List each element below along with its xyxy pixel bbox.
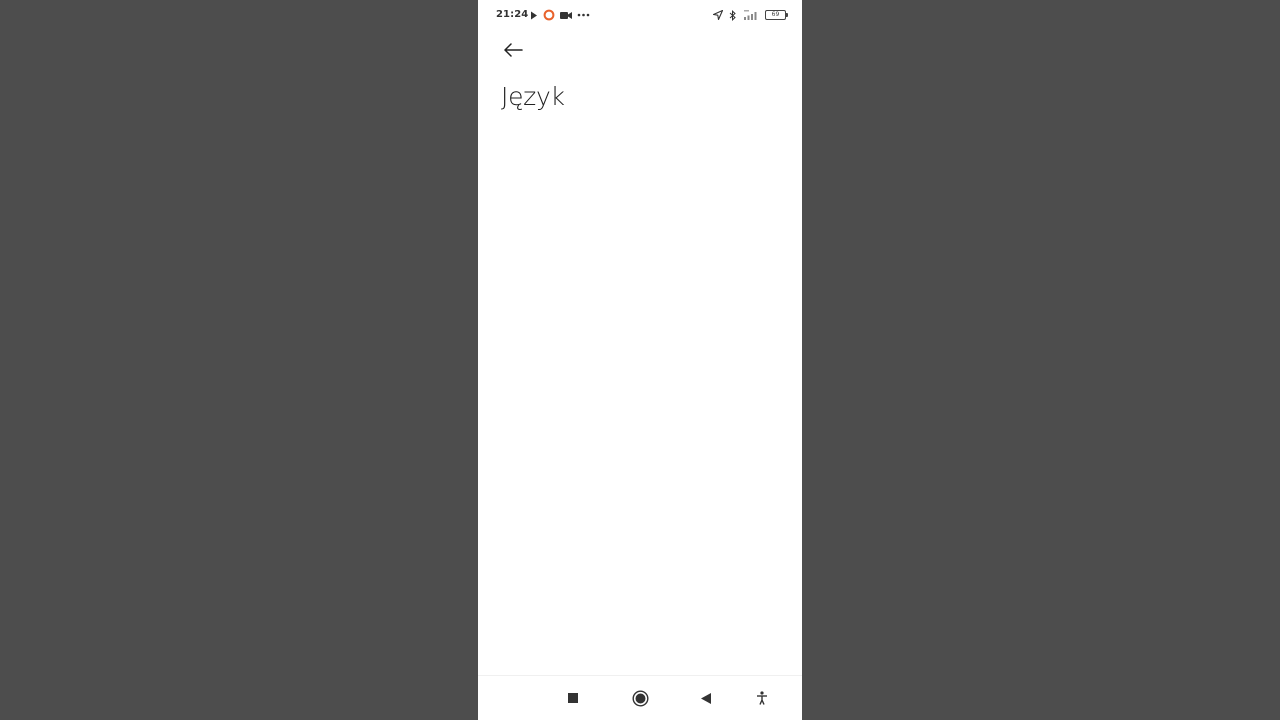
navigation-bar [478, 675, 802, 720]
status-bar: 21:24 69 [478, 0, 802, 30]
play-icon [530, 11, 538, 20]
battery-level: 69 [771, 11, 780, 18]
accessibility-button[interactable] [750, 686, 774, 710]
video-camera-icon [560, 11, 572, 20]
screen-record-icon [543, 9, 555, 21]
nav-back-button[interactable] [694, 686, 718, 710]
location-icon [713, 10, 723, 20]
status-time: 21:24 [496, 9, 529, 20]
recents-square-icon [567, 692, 579, 704]
page-title: Język [501, 82, 565, 111]
home-circle-icon [631, 689, 649, 707]
back-button[interactable] [500, 38, 526, 62]
accessibility-icon [756, 691, 768, 705]
phone-screen: 21:24 69 Język [478, 0, 802, 720]
back-triangle-icon [700, 692, 712, 705]
status-right-icons: 69 [713, 8, 788, 22]
battery-icon: 69 [765, 10, 788, 20]
recents-button[interactable] [561, 686, 585, 710]
status-left-icons [530, 8, 590, 22]
signal-icon [743, 10, 759, 20]
bluetooth-icon [729, 9, 737, 21]
more-dots-icon [577, 13, 590, 17]
arrow-left-icon [503, 42, 523, 58]
home-button[interactable] [628, 686, 652, 710]
